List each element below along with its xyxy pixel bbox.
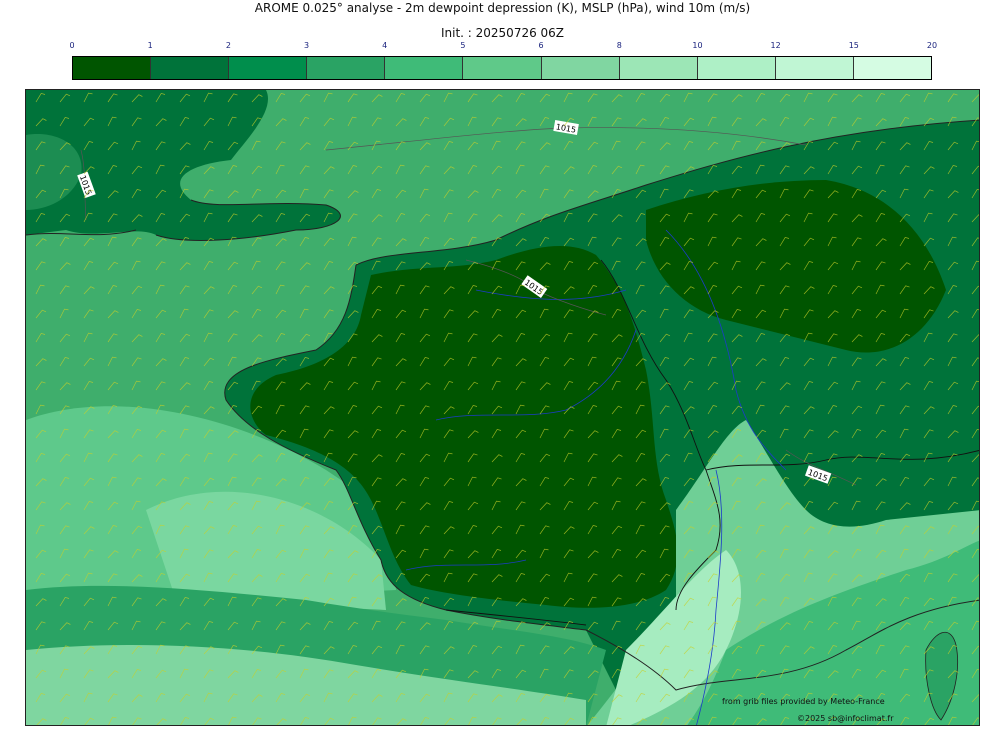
colorbar-tick-label: 12 — [770, 41, 781, 50]
colorbar-tick-label: 4 — [382, 41, 388, 50]
colorbar-tick-label: 0 — [69, 41, 75, 50]
colorbar-tick-label: 2 — [225, 41, 231, 50]
colorbar-segment — [385, 57, 464, 79]
colorbar-ticks: 0 1 2 3 4 5 6 8 10 12 15 20 — [69, 41, 937, 53]
colorbar-segment — [307, 57, 386, 79]
colorbar-tick-label: 5 — [460, 41, 466, 50]
colorbar-tick-label: 10 — [692, 41, 703, 50]
weather-map: 1015 1015 1015 1015 — [25, 89, 980, 726]
colorbar-segment — [151, 57, 230, 79]
colorbar-segment — [229, 57, 308, 79]
colorbar-segment — [463, 57, 542, 79]
data-source-credit: from grib files provided by Meteo-France — [722, 697, 885, 706]
map-canvas: 1015 1015 1015 1015 — [26, 90, 979, 725]
copyright-credit: ©2025 sb@infoclimat.fr — [797, 714, 894, 723]
map-title: AROME 0.025° analyse - 2m dewpoint depre… — [254, 1, 751, 15]
colorbar — [72, 56, 932, 80]
colorbar-segment — [775, 57, 854, 79]
colorbar-segment — [697, 57, 776, 79]
colorbar-tick-label: 3 — [303, 41, 310, 50]
colorbar-tick-label: 1 — [147, 41, 153, 50]
colorbar-tick-label: 8 — [616, 41, 622, 50]
init-time: Init. : 20250726 06Z — [440, 26, 565, 40]
colorbar-segment — [541, 57, 620, 79]
colorbar-tick-label: 6 — [538, 41, 544, 50]
colorbar-segment — [619, 57, 698, 79]
colorbar-tick-label: 15 — [848, 41, 859, 50]
colorbar-segment — [853, 57, 932, 79]
colorbar-tick-label: 20 — [926, 41, 938, 50]
colorbar-segment — [73, 57, 152, 79]
